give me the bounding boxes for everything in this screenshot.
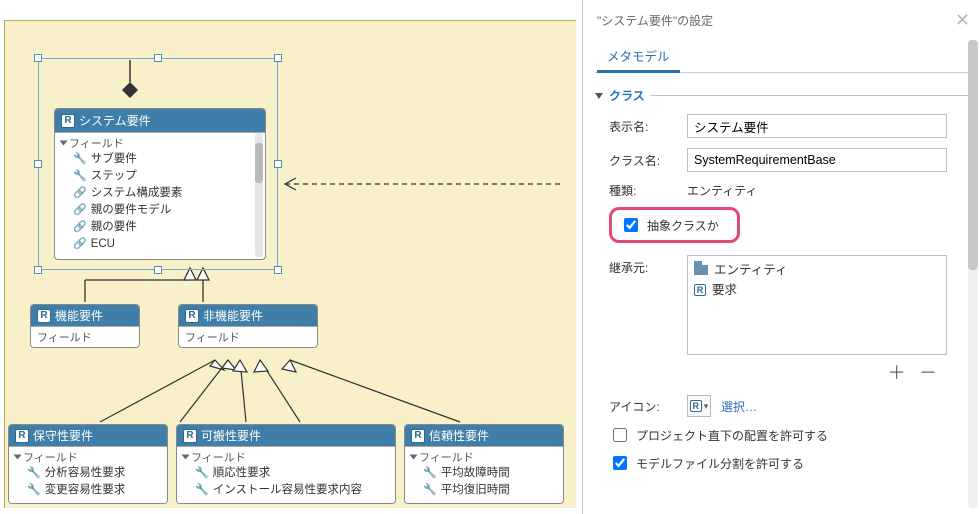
class-title-label: システム要件 (79, 112, 151, 129)
label-inherit: 継承元: (609, 255, 677, 276)
wrench-icon: 🔧 (423, 465, 437, 482)
field-label: 親の要件モデル (91, 202, 172, 219)
wrench-icon: 🔧 (27, 465, 41, 482)
field-item: 🔧変更容易性要求 (27, 482, 161, 499)
class-title-label: 非機能要件 (203, 307, 263, 324)
resize-handle[interactable] (274, 54, 282, 62)
inherit-listbox[interactable]: エンティティ R 要求 (687, 255, 947, 355)
class-scrollbar[interactable] (255, 133, 263, 257)
class-box-nonfunctional[interactable]: R 非機能要件 フィールド (178, 304, 318, 348)
resize-handle[interactable] (34, 160, 42, 168)
resize-handle[interactable] (274, 160, 282, 168)
abstract-highlight: 抽象クラスか (609, 207, 740, 243)
field-label: 変更容易性要求 (45, 482, 126, 499)
label-abstract: 抽象クラスか (647, 217, 719, 234)
r-icon: R (185, 309, 199, 323)
panel-scrollbar[interactable] (968, 40, 978, 508)
wrench-icon: 🔧 (423, 482, 437, 499)
abstract-checkbox[interactable] (624, 218, 638, 232)
section-class[interactable]: クラス (595, 87, 976, 104)
wrench-icon: 🔧 (73, 168, 87, 185)
tab-metamodel[interactable]: メタモデル (597, 41, 680, 73)
label-allow-split: モデルファイル分割を許可する (636, 455, 804, 472)
label-class-name: クラス名: (609, 152, 677, 169)
class-title-label: 機能要件 (55, 307, 103, 324)
allow-split-checkbox[interactable] (613, 456, 627, 470)
field-label: ステップ (91, 168, 137, 185)
field-item: 🔗ECU (73, 236, 259, 253)
field-label: 順応性要求 (213, 465, 271, 482)
close-icon[interactable]: ✕ (955, 10, 970, 31)
field-item: 🔗親の要件モデル (73, 202, 259, 219)
class-box-portability[interactable]: R 可搬性要件 フィールド 🔧順応性要求🔧インストール容易性要求内容 (176, 424, 396, 504)
class-fields-section: フィールド 🔧サブ要件🔧ステップ🔗システム構成要素🔗親の要件モデル🔗親の要件🔗E… (55, 132, 265, 257)
field-label: 分析容易性要求 (45, 465, 126, 482)
chevron-down-icon (595, 93, 603, 99)
resize-handle[interactable] (34, 54, 42, 62)
resize-handle[interactable] (274, 266, 282, 274)
entity-icon (694, 265, 708, 275)
field-item: 🔧サブ要件 (73, 151, 259, 168)
wrench-icon: 🔧 (27, 482, 41, 499)
class-box-reliability[interactable]: R 信頼性要件 フィールド 🔧平均故障時間🔧平均復旧時間 (404, 424, 564, 504)
r-icon: R (61, 114, 75, 128)
field-item: 🔧分析容易性要求 (27, 465, 161, 482)
label-display-name: 表示名: (609, 118, 677, 135)
field-item: 🔧平均故障時間 (423, 465, 557, 482)
kind-value: エンティティ (687, 182, 758, 199)
inherit-item: エンティティ (714, 260, 788, 280)
field-item: 🔗親の要件 (73, 219, 259, 236)
add-inherit-button[interactable]: ＋ (888, 363, 906, 383)
class-title-label: 信頼性要件 (429, 427, 489, 444)
allow-project-root-checkbox[interactable] (613, 428, 627, 442)
field-label: インストール容易性要求内容 (213, 482, 362, 499)
select-icon-link[interactable]: 選択… (721, 398, 757, 415)
class-name-input[interactable] (687, 148, 947, 172)
r-icon: R (15, 429, 29, 443)
chain-icon: 🔗 (73, 202, 87, 219)
tab-bar: メタモデル (595, 41, 976, 73)
class-title-label: 保守性要件 (33, 427, 93, 444)
wrench-icon: 🔧 (195, 465, 209, 482)
r-icon: R (411, 429, 425, 443)
r-icon: R (183, 429, 197, 443)
class-box-system-requirement[interactable]: R システム要件 フィールド 🔧サブ要件🔧ステップ🔗システム構成要素🔗親の要件モ… (54, 108, 266, 260)
r-icon: R (694, 284, 706, 296)
wrench-icon: 🔧 (73, 151, 87, 168)
label-kind: 種類: (609, 182, 677, 199)
panel-title: "システム要件"の設定 (597, 12, 713, 29)
class-title-label: 可搬性要件 (201, 427, 261, 444)
label-allow-project-root: プロジェクト直下の配置を許可する (636, 427, 828, 444)
label-icon: アイコン: (609, 398, 677, 415)
field-label: 平均復旧時間 (441, 482, 510, 499)
diagram-canvas[interactable]: R システム要件 フィールド 🔧サブ要件🔧ステップ🔗システム構成要素🔗親の要件モ… (0, 0, 578, 514)
wrench-icon: 🔧 (195, 482, 209, 499)
resize-handle[interactable] (34, 266, 42, 274)
class-title: R システム要件 (55, 109, 265, 132)
resize-handle[interactable] (154, 54, 162, 62)
class-box-maintainability[interactable]: R 保守性要件 フィールド 🔧分析容易性要求🔧変更容易性要求 (8, 424, 168, 504)
field-label: サブ要件 (91, 151, 137, 168)
field-item: 🔗システム構成要素 (73, 185, 259, 202)
properties-panel: "システム要件"の設定 ✕ メタモデル クラス 表示名: クラス名: 種類: エ… (582, 0, 980, 514)
field-item: 🔧平均復旧時間 (423, 482, 557, 499)
resize-handle[interactable] (154, 266, 162, 274)
class-box-functional[interactable]: R 機能要件 フィールド (30, 304, 140, 348)
field-item: 🔧順応性要求 (195, 465, 389, 482)
field-label: 平均故障時間 (441, 465, 510, 482)
chain-icon: 🔗 (73, 236, 87, 253)
r-icon: R (37, 309, 51, 323)
field-item: 🔧ステップ (73, 168, 259, 185)
field-label: 親の要件 (91, 219, 137, 236)
inherit-item: 要求 (712, 280, 737, 300)
chain-icon: 🔗 (73, 185, 87, 202)
display-name-input[interactable] (687, 114, 947, 138)
remove-inherit-button[interactable]: － (919, 363, 937, 383)
field-label: システム構成要素 (91, 185, 183, 202)
field-item: 🔧インストール容易性要求内容 (195, 482, 389, 499)
icon-preview[interactable]: R▾ (687, 395, 711, 417)
chain-icon: 🔗 (73, 219, 87, 236)
field-label: ECU (91, 236, 115, 253)
